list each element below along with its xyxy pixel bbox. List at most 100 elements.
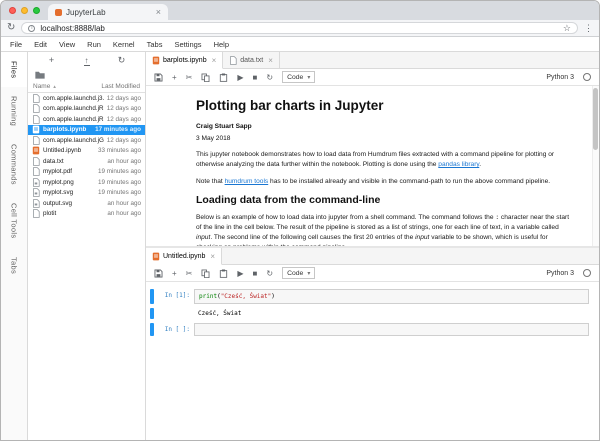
home-folder-icon[interactable]	[35, 71, 45, 79]
cell-type-dropdown[interactable]: Code ▾	[282, 267, 315, 279]
file-modified: an hour ago	[107, 200, 141, 207]
restart-kernel-icon[interactable]: ↻	[266, 269, 273, 278]
zoom-window-icon[interactable]	[33, 7, 40, 14]
code-input[interactable]	[194, 323, 589, 336]
file-modified: 12 days ago	[107, 116, 141, 123]
doc-heading-2: Loading data from the command-line	[196, 194, 573, 206]
file-row[interactable]: Untitled.ipynb 33 minutes ago	[28, 146, 145, 157]
sidebar-tab-cell-tools[interactable]: Cell Tools	[1, 194, 27, 247]
add-cell-icon[interactable]: +	[172, 73, 177, 82]
browser-tab[interactable]: JupyterLab ×	[48, 4, 168, 20]
run-cell-icon[interactable]: ▶	[237, 73, 243, 82]
file-row[interactable]: myplot.svg 19 minutes ago	[28, 188, 145, 199]
kernel-name[interactable]: Python 3	[546, 74, 574, 81]
add-cell-icon[interactable]: +	[172, 269, 177, 278]
doc-paragraph-2: Note that humdrum tools has to be instal…	[196, 177, 573, 187]
reload-icon[interactable]: ↻	[7, 23, 15, 33]
menu-settings[interactable]: Settings	[168, 40, 207, 49]
cell-collapser[interactable]	[150, 289, 154, 304]
interrupt-kernel-icon[interactable]: ■	[253, 73, 258, 82]
copy-cell-icon[interactable]	[201, 73, 210, 82]
sidebar-tab-files[interactable]: Files	[1, 52, 27, 87]
menu-view[interactable]: View	[53, 40, 81, 49]
cell-collapser[interactable]	[150, 323, 154, 336]
paste-cell-icon[interactable]	[219, 73, 228, 82]
scrollbar-thumb[interactable]	[593, 88, 598, 150]
menu-kernel[interactable]: Kernel	[107, 40, 141, 49]
sidebar-tab-tabs[interactable]: Tabs	[1, 248, 27, 283]
menu-edit[interactable]: Edit	[28, 40, 53, 49]
column-name[interactable]: Name▲	[33, 83, 101, 90]
output-collapser[interactable]	[150, 308, 154, 319]
file-row[interactable]: com.apple.launchd.j3.. 12 days ago	[28, 93, 145, 104]
breadcrumb[interactable]	[28, 68, 145, 81]
column-modified[interactable]: Last Modified	[101, 83, 140, 90]
humdrum-tools-link[interactable]: humdrum tools	[225, 178, 269, 185]
menu-help[interactable]: Help	[208, 40, 235, 49]
doc-author: Craig Stuart Sapp	[196, 123, 573, 130]
kernel-name[interactable]: Python 3	[546, 270, 574, 277]
run-cell-icon[interactable]: ▶	[237, 269, 243, 278]
close-tab-icon[interactable]: ×	[210, 252, 215, 261]
file-icon	[32, 167, 40, 176]
cut-cell-icon[interactable]: ✂	[186, 73, 193, 82]
cut-cell-icon[interactable]: ✂	[186, 269, 193, 278]
tab-untitled-ipynb[interactable]: Untitled.ipynb ×	[146, 248, 222, 265]
menu-file[interactable]: File	[4, 40, 28, 49]
column-name-label: Name	[33, 83, 50, 90]
window-controls[interactable]	[1, 1, 48, 20]
url-text[interactable]: localhost:8888/lab	[40, 24, 558, 33]
input-prompt: In [ ]:	[156, 323, 194, 336]
empty-code-cell[interactable]: In [ ]:	[150, 323, 589, 336]
code-cell[interactable]: In [1]: print("Cześć, Świat")	[150, 289, 589, 304]
address-bar[interactable]: i localhost:8888/lab ☆	[21, 22, 578, 34]
sidebar-tab-commands[interactable]: Commands	[1, 135, 27, 194]
file-row[interactable]: myplot.pdf 19 minutes ago	[28, 167, 145, 178]
paragraph-text: has to be installed already and visible …	[268, 178, 550, 185]
doc-title: Plotting bar charts in Jupyter	[196, 98, 573, 113]
interrupt-kernel-icon[interactable]: ■	[253, 269, 258, 278]
bookmark-star-icon[interactable]: ☆	[563, 24, 571, 33]
menu-run[interactable]: Run	[81, 40, 107, 49]
tab-label: data.txt	[240, 57, 263, 64]
save-icon[interactable]	[154, 73, 163, 82]
kernel-status-icon[interactable]	[583, 73, 591, 81]
upload-icon[interactable]: ↑	[69, 55, 104, 66]
menu-tabs[interactable]: Tabs	[141, 40, 169, 49]
close-tab-icon[interactable]: ×	[212, 56, 217, 65]
tab-data-txt[interactable]: data.txt ×	[223, 52, 280, 68]
file-row[interactable]: output.svg an hour ago	[28, 198, 145, 209]
close-tab-icon[interactable]: ×	[268, 56, 273, 65]
file-row[interactable]: plotit an hour ago	[28, 209, 145, 220]
new-launcher-icon[interactable]: +	[34, 55, 69, 65]
file-row[interactable]: com.apple.launchd.jR.. 12 days ago	[28, 114, 145, 125]
cell-type-dropdown[interactable]: Code ▾	[282, 71, 315, 83]
file-modified: an hour ago	[107, 158, 141, 165]
jupyterlab-menubar: File Edit View Run Kernel Tabs Settings …	[1, 37, 599, 52]
code-input[interactable]: print("Cześć, Świat")	[194, 289, 589, 304]
sidebar-tab-running[interactable]: Running	[1, 87, 27, 135]
paste-cell-icon[interactable]	[219, 269, 228, 278]
pandas-library-link[interactable]: pandas library	[438, 161, 479, 168]
file-row[interactable]: data.txt an hour ago	[28, 156, 145, 167]
restart-kernel-icon[interactable]: ↻	[266, 73, 273, 82]
cell-output: Cześć, Świat	[194, 308, 589, 319]
paragraph-text: Note that	[196, 178, 225, 185]
file-row[interactable]: com.apple.launchd.jG.. 12 days ago	[28, 135, 145, 146]
file-row-selected[interactable]: barplots.ipynb 17 minutes ago	[28, 125, 145, 136]
sidebar-tab-tabs-label: Tabs	[10, 257, 19, 274]
close-window-icon[interactable]	[9, 7, 16, 14]
save-icon[interactable]	[154, 269, 163, 278]
copy-cell-icon[interactable]	[201, 269, 210, 278]
refresh-files-icon[interactable]: ↻	[104, 55, 139, 65]
page-info-icon[interactable]: i	[28, 25, 35, 32]
kernel-status-icon[interactable]	[583, 269, 591, 277]
tab-barplots-ipynb[interactable]: barplots.ipynb ×	[146, 52, 223, 69]
top-tab-bar: barplots.ipynb × data.txt ×	[146, 52, 599, 69]
file-row[interactable]: com.apple.launchd.jR.. 12 days ago	[28, 104, 145, 115]
file-row[interactable]: myplot.png 19 minutes ago	[28, 177, 145, 188]
scrollbar[interactable]	[592, 86, 599, 246]
minimize-window-icon[interactable]	[21, 7, 28, 14]
browser-menu-icon[interactable]: ⋮	[584, 24, 593, 33]
close-tab-icon[interactable]: ×	[156, 8, 161, 17]
